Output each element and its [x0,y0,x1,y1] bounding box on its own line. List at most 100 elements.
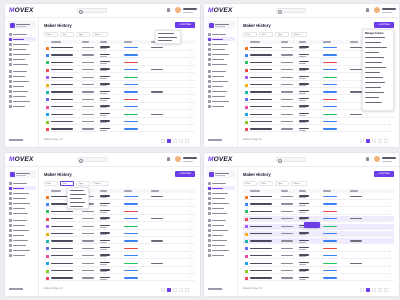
row-status[interactable] [323,247,337,250]
bell-icon[interactable] [167,157,170,161]
sidebar-item[interactable] [207,62,235,66]
sidebar-item[interactable] [207,32,235,36]
column-option[interactable] [365,62,382,64]
more-vertical-icon[interactable]: ⋮ [189,225,192,228]
row-status[interactable] [124,98,138,101]
type-filter[interactable]: Type [76,181,90,186]
row-status[interactable] [124,69,138,71]
page-next-button[interactable] [185,139,189,143]
row-name[interactable] [51,255,73,257]
sidebar-item[interactable] [207,211,235,215]
row-status[interactable] [124,225,138,227]
sidebar-item[interactable] [207,181,235,185]
page-next-button[interactable] [384,288,388,292]
row-name[interactable] [51,128,73,130]
page-button[interactable] [179,139,183,143]
more-vertical-icon[interactable]: ⋮ [189,53,192,56]
sidebar-item[interactable] [207,248,235,252]
table-row[interactable]: ⋮ [44,82,195,88]
table-row[interactable]: ⋮ [243,201,394,208]
add-new-button[interactable]: + Add New [175,171,195,177]
row-name[interactable] [250,98,272,101]
table-row[interactable]: ⋮ [44,246,195,252]
status-filter[interactable]: Status [92,32,108,37]
sidebar-item[interactable] [8,181,36,185]
sidebar-item[interactable] [8,248,36,252]
page-button[interactable] [372,288,376,292]
table-row[interactable]: ⋮ [243,112,394,118]
sort-filter[interactable]: Sort [60,32,74,37]
row-name[interactable] [51,233,73,235]
row-name[interactable] [51,270,73,272]
row-status[interactable] [124,54,138,56]
more-vertical-icon[interactable]: ⋮ [388,276,391,279]
row-status[interactable] [323,218,337,220]
table-row[interactable]: ⋮ [44,52,195,59]
row-status[interactable] [124,121,138,123]
more-vertical-icon[interactable]: ⋮ [189,247,192,250]
column-option[interactable] [365,92,384,94]
table-row[interactable]: ⋮ [44,224,195,230]
sidebar-item[interactable] [207,99,235,103]
row-status[interactable] [323,61,337,64]
status-filter[interactable]: Status [291,32,307,37]
type-filter[interactable]: Type [76,32,90,37]
sidebar-item[interactable] [8,196,36,200]
sidebar-item[interactable] [8,218,36,222]
table-row[interactable]: ⋮ [243,253,394,260]
more-vertical-icon[interactable]: ⋮ [189,113,192,116]
more-vertical-icon[interactable]: ⋮ [189,269,192,272]
row-status[interactable] [323,98,337,101]
sidebar-item[interactable] [8,32,36,36]
sidebar-item[interactable] [8,223,36,227]
more-vertical-icon[interactable]: ⋮ [189,239,192,242]
row-status[interactable] [323,262,337,264]
row-name[interactable] [250,247,272,250]
status-filter[interactable]: Status [92,181,108,186]
sidebar-item[interactable] [8,57,36,61]
table-row[interactable]: ⋮ [44,268,195,274]
row-name[interactable] [250,106,272,108]
row-status[interactable] [323,270,337,272]
row-status[interactable] [323,203,337,205]
more-vertical-icon[interactable]: ⋮ [189,90,192,93]
row-status[interactable] [124,255,138,257]
row-name[interactable] [51,240,73,242]
row-name[interactable] [51,54,73,56]
sidebar-item[interactable] [8,206,36,210]
sidebar-item[interactable] [8,62,36,66]
row-status[interactable] [124,233,138,235]
more-vertical-icon[interactable]: ⋮ [388,225,391,228]
row-status[interactable] [124,270,138,272]
row-status[interactable] [124,196,138,198]
more-vertical-icon[interactable]: ⋮ [388,247,391,250]
more-vertical-icon[interactable]: ⋮ [189,61,192,64]
row-name[interactable] [51,98,73,101]
sidebar-item-active[interactable] [8,37,36,41]
column-option[interactable] [365,87,381,89]
row-name[interactable] [250,121,272,123]
table-row[interactable]: ⋮ [243,268,394,274]
sidebar-item[interactable] [8,201,36,205]
row-status[interactable] [323,233,337,235]
workspace-switcher[interactable] [207,21,235,29]
row-name[interactable] [51,47,73,49]
table-row[interactable]: ⋮ [44,238,195,245]
row-status[interactable] [323,210,337,213]
sidebar-item-active[interactable] [207,186,235,190]
sidebar-item[interactable] [207,52,235,56]
more-vertical-icon[interactable]: ⋮ [189,202,192,205]
table-row[interactable]: ⋮ [243,275,394,282]
sidebar-footer-link[interactable] [9,139,23,141]
row-name[interactable] [250,255,272,257]
sidebar-item[interactable] [8,104,36,108]
table-row[interactable]: ⋮ [243,126,394,133]
row-name[interactable] [250,84,272,86]
sidebar-item[interactable] [207,104,235,108]
avatar[interactable] [175,156,181,162]
table-row[interactable]: ⋮ [44,104,195,111]
sidebar-item[interactable] [207,196,235,200]
more-vertical-icon[interactable]: ⋮ [388,254,391,257]
more-vertical-icon[interactable]: ⋮ [388,239,391,242]
bell-icon[interactable] [366,157,369,161]
